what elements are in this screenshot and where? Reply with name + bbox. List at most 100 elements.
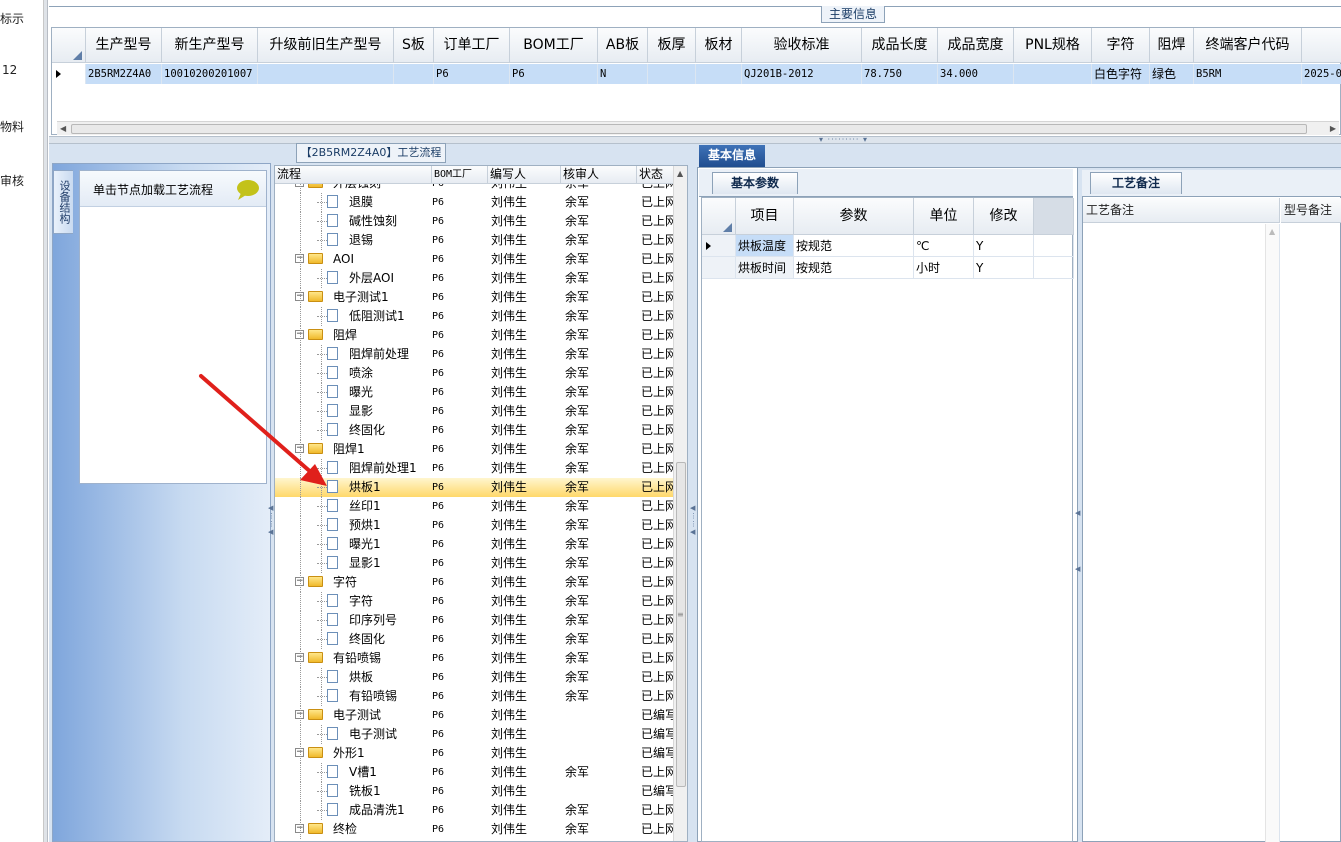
process-flow-tree[interactable]: 流程 BOM工厂 编写人 核审人 状态 − 外层蚀刻P6刘伟生余军已上网退膜P6… <box>274 165 688 842</box>
tree-node[interactable]: 印序列号 <box>275 611 432 630</box>
column-header[interactable]: 阻焊 <box>1150 28 1194 63</box>
tree-node[interactable]: 终固化 <box>275 630 432 649</box>
column-header[interactable]: BOM工厂 <box>510 28 598 63</box>
process-notes-textarea[interactable]: ▲ <box>1083 224 1280 842</box>
scrollbar-thumb[interactable] <box>71 124 1307 134</box>
panel-splitter-mid[interactable]: ◀ ⋮ ⋮ ◀ <box>690 500 697 580</box>
splitter-collapse-icon[interactable]: ◀ ◀ <box>1075 509 1080 573</box>
cell-production-model[interactable]: 2B5RM2Z4A0 <box>86 64 162 84</box>
cell-new-production-model[interactable]: 10010200201007 <box>162 64 258 84</box>
column-header[interactable]: PNL规格 <box>1014 28 1092 63</box>
tree-group-row[interactable]: − 电子测试 P6 刘伟生 已编写 <box>275 706 675 725</box>
tab-process-notes[interactable]: 工艺备注 <box>1090 172 1182 194</box>
tree-step-row[interactable]: 阻焊前处理1 P6 刘伟生 余军 已上网 <box>275 459 675 478</box>
tree-step-row[interactable]: 字符 P6 刘伟生 余军 已上网 <box>275 592 675 611</box>
param-cell-modify[interactable]: Y <box>974 235 1034 257</box>
tree-node[interactable]: − 阻焊 <box>275 326 432 345</box>
param-column-header[interactable]: 参数 <box>794 198 914 235</box>
column-header[interactable]: 验收标准 <box>742 28 862 63</box>
column-header[interactable]: 字符 <box>1092 28 1150 63</box>
tree-step-row[interactable]: 电子测试 P6 刘伟生 已编写 <box>275 725 675 744</box>
tree-column-header[interactable]: 编写人 <box>488 166 561 184</box>
cell-length[interactable]: 78.750 <box>862 64 938 84</box>
tree-column-header[interactable]: 流程 <box>275 166 432 184</box>
cell-character[interactable]: 白色字符 <box>1092 64 1150 84</box>
tab-device-structure[interactable]: 设备结构 <box>53 170 73 234</box>
tree-node[interactable]: 曝光1 <box>275 535 432 554</box>
cell-date[interactable]: 2025-0 <box>1302 64 1341 84</box>
tree-step-row[interactable]: 阻焊前处理 P6 刘伟生 余军 已上网 <box>275 345 675 364</box>
tree-step-row[interactable]: 曝光1 P6 刘伟生 余军 已上网 <box>275 535 675 554</box>
tree-group-row[interactable]: − 外形1 P6 刘伟生 已编写 <box>275 744 675 763</box>
param-cell-item[interactable]: 烘板温度 <box>736 235 794 257</box>
panel-splitter-left[interactable]: ◀ ⋮ ⋮ ◀ <box>268 500 275 580</box>
tree-node[interactable]: 阻焊前处理 <box>275 345 432 364</box>
tree-node[interactable]: 丝印1 <box>275 497 432 516</box>
tree-node[interactable]: 外层AOI <box>275 269 432 288</box>
tree-step-row[interactable]: 显影 P6 刘伟生 余军 已上网 <box>275 402 675 421</box>
tree-group-row[interactable]: − 阻焊1 P6 刘伟生 余军 已上网 <box>275 440 675 459</box>
tree-group-row[interactable]: − 阻焊 P6 刘伟生 余军 已上网 <box>275 326 675 345</box>
row-indicator[interactable] <box>702 235 736 257</box>
tree-node[interactable]: − 电子测试1 <box>275 288 432 307</box>
tree-column-header[interactable]: 状态 <box>637 166 675 184</box>
tree-step-row[interactable]: 烘板1 P6 刘伟生 余军 已上网 <box>275 478 675 497</box>
row-indicator[interactable] <box>702 257 736 279</box>
tree-node[interactable]: − AOI <box>275 250 432 269</box>
column-header[interactable]: 升级前旧生产型号 <box>258 28 394 63</box>
cell-acceptance-standard[interactable]: QJ201B-2012 <box>742 64 862 84</box>
tree-step-row[interactable]: 终固化 P6 刘伟生 余军 已上网 <box>275 421 675 440</box>
tree-step-row[interactable]: 印序列号 P6 刘伟生 余军 已上网 <box>275 611 675 630</box>
column-header[interactable]: 板厚 <box>648 28 696 63</box>
column-header[interactable]: 新生产型号 <box>162 28 258 63</box>
splitter-grip-icon[interactable]: ▾ ········· ▾ <box>819 135 868 144</box>
left-divider[interactable] <box>44 0 48 842</box>
tree-group-row[interactable]: − AOI P6 刘伟生 余军 已上网 <box>275 250 675 269</box>
cell-end-customer-code[interactable]: B5RM <box>1194 64 1302 84</box>
cell-width[interactable]: 34.000 <box>938 64 1014 84</box>
tree-step-row[interactable]: 铣板1 P6 刘伟生 已编写 <box>275 782 675 801</box>
tree-group-row[interactable]: − 终检 P6 刘伟生 余军 已上网 <box>275 820 675 839</box>
tree-step-row[interactable]: 低阻测试1 P6 刘伟生 余军 已上网 <box>275 307 675 326</box>
tree-node[interactable]: 预烘1 <box>275 516 432 535</box>
column-header[interactable]: 成品长度 <box>862 28 938 63</box>
tree-step-row[interactable]: 丝印1 P6 刘伟生 余军 已上网 <box>275 497 675 516</box>
scroll-up-icon[interactable]: ▲ <box>677 169 683 178</box>
cell-s-board[interactable] <box>394 64 434 84</box>
left-nav-item[interactable]: 标示 <box>0 10 40 27</box>
cell-pnl-spec[interactable] <box>1014 64 1092 84</box>
tree-node[interactable]: 字符 <box>275 592 432 611</box>
left-nav-item[interactable]: 物料 <box>0 118 40 135</box>
horizontal-scrollbar[interactable]: ◀ ▶ <box>57 121 1339 135</box>
tree-node[interactable]: − 字符 <box>275 573 432 592</box>
tree-node[interactable]: V槽1 <box>275 763 432 782</box>
param-column-header[interactable]: 单位 <box>914 198 974 235</box>
tree-node[interactable]: 成品清洗1 <box>275 801 432 820</box>
tree-node[interactable]: 有铅喷锡 <box>275 687 432 706</box>
tree-node[interactable]: 碱性蚀刻 <box>275 212 432 231</box>
param-column-header[interactable]: 项目 <box>736 198 794 235</box>
model-notes-textarea[interactable] <box>1281 224 1341 842</box>
vertical-scrollbar[interactable]: ▲ ≡ <box>673 166 687 841</box>
tree-step-row[interactable]: 成品清洗1 P6 刘伟生 余军 已上网 <box>275 801 675 820</box>
tree-step-row[interactable]: 有铅喷锡 P6 刘伟生 余军 已上网 <box>275 687 675 706</box>
tree-step-row[interactable]: 退锡 P6 刘伟生 余军 已上网 <box>275 231 675 250</box>
param-cell-modify[interactable]: Y <box>974 257 1034 279</box>
tree-node[interactable]: 显影1 <box>275 554 432 573</box>
tree-step-row[interactable]: 烘板 P6 刘伟生 余军 已上网 <box>275 668 675 687</box>
column-header[interactable]: 终端客户代码 <box>1194 28 1302 63</box>
column-header[interactable]: 订单工厂 <box>434 28 510 63</box>
column-header[interactable]: AB板 <box>598 28 648 63</box>
tree-node[interactable]: 铣板1 <box>275 782 432 801</box>
panel-splitter-right[interactable]: ◀ ◀ <box>1075 505 1081 585</box>
left-nav-item[interactable]: 12 <box>2 63 42 77</box>
param-column-header[interactable]: 修改 <box>974 198 1034 235</box>
tree-group-row[interactable]: − 有铅喷锡 P6 刘伟生 余军 已上网 <box>275 649 675 668</box>
column-header[interactable]: 成品宽度 <box>938 28 1014 63</box>
tree-step-row[interactable]: 退膜 P6 刘伟生 余军 已上网 <box>275 193 675 212</box>
tree-node[interactable]: − 外形1 <box>275 744 432 763</box>
param-cell-value[interactable]: 按规范 <box>794 235 914 257</box>
tree-node[interactable]: 退膜 <box>275 193 432 212</box>
cell-old-model[interactable] <box>258 64 394 84</box>
cell-solder-mask[interactable]: 绿色 <box>1150 64 1194 84</box>
